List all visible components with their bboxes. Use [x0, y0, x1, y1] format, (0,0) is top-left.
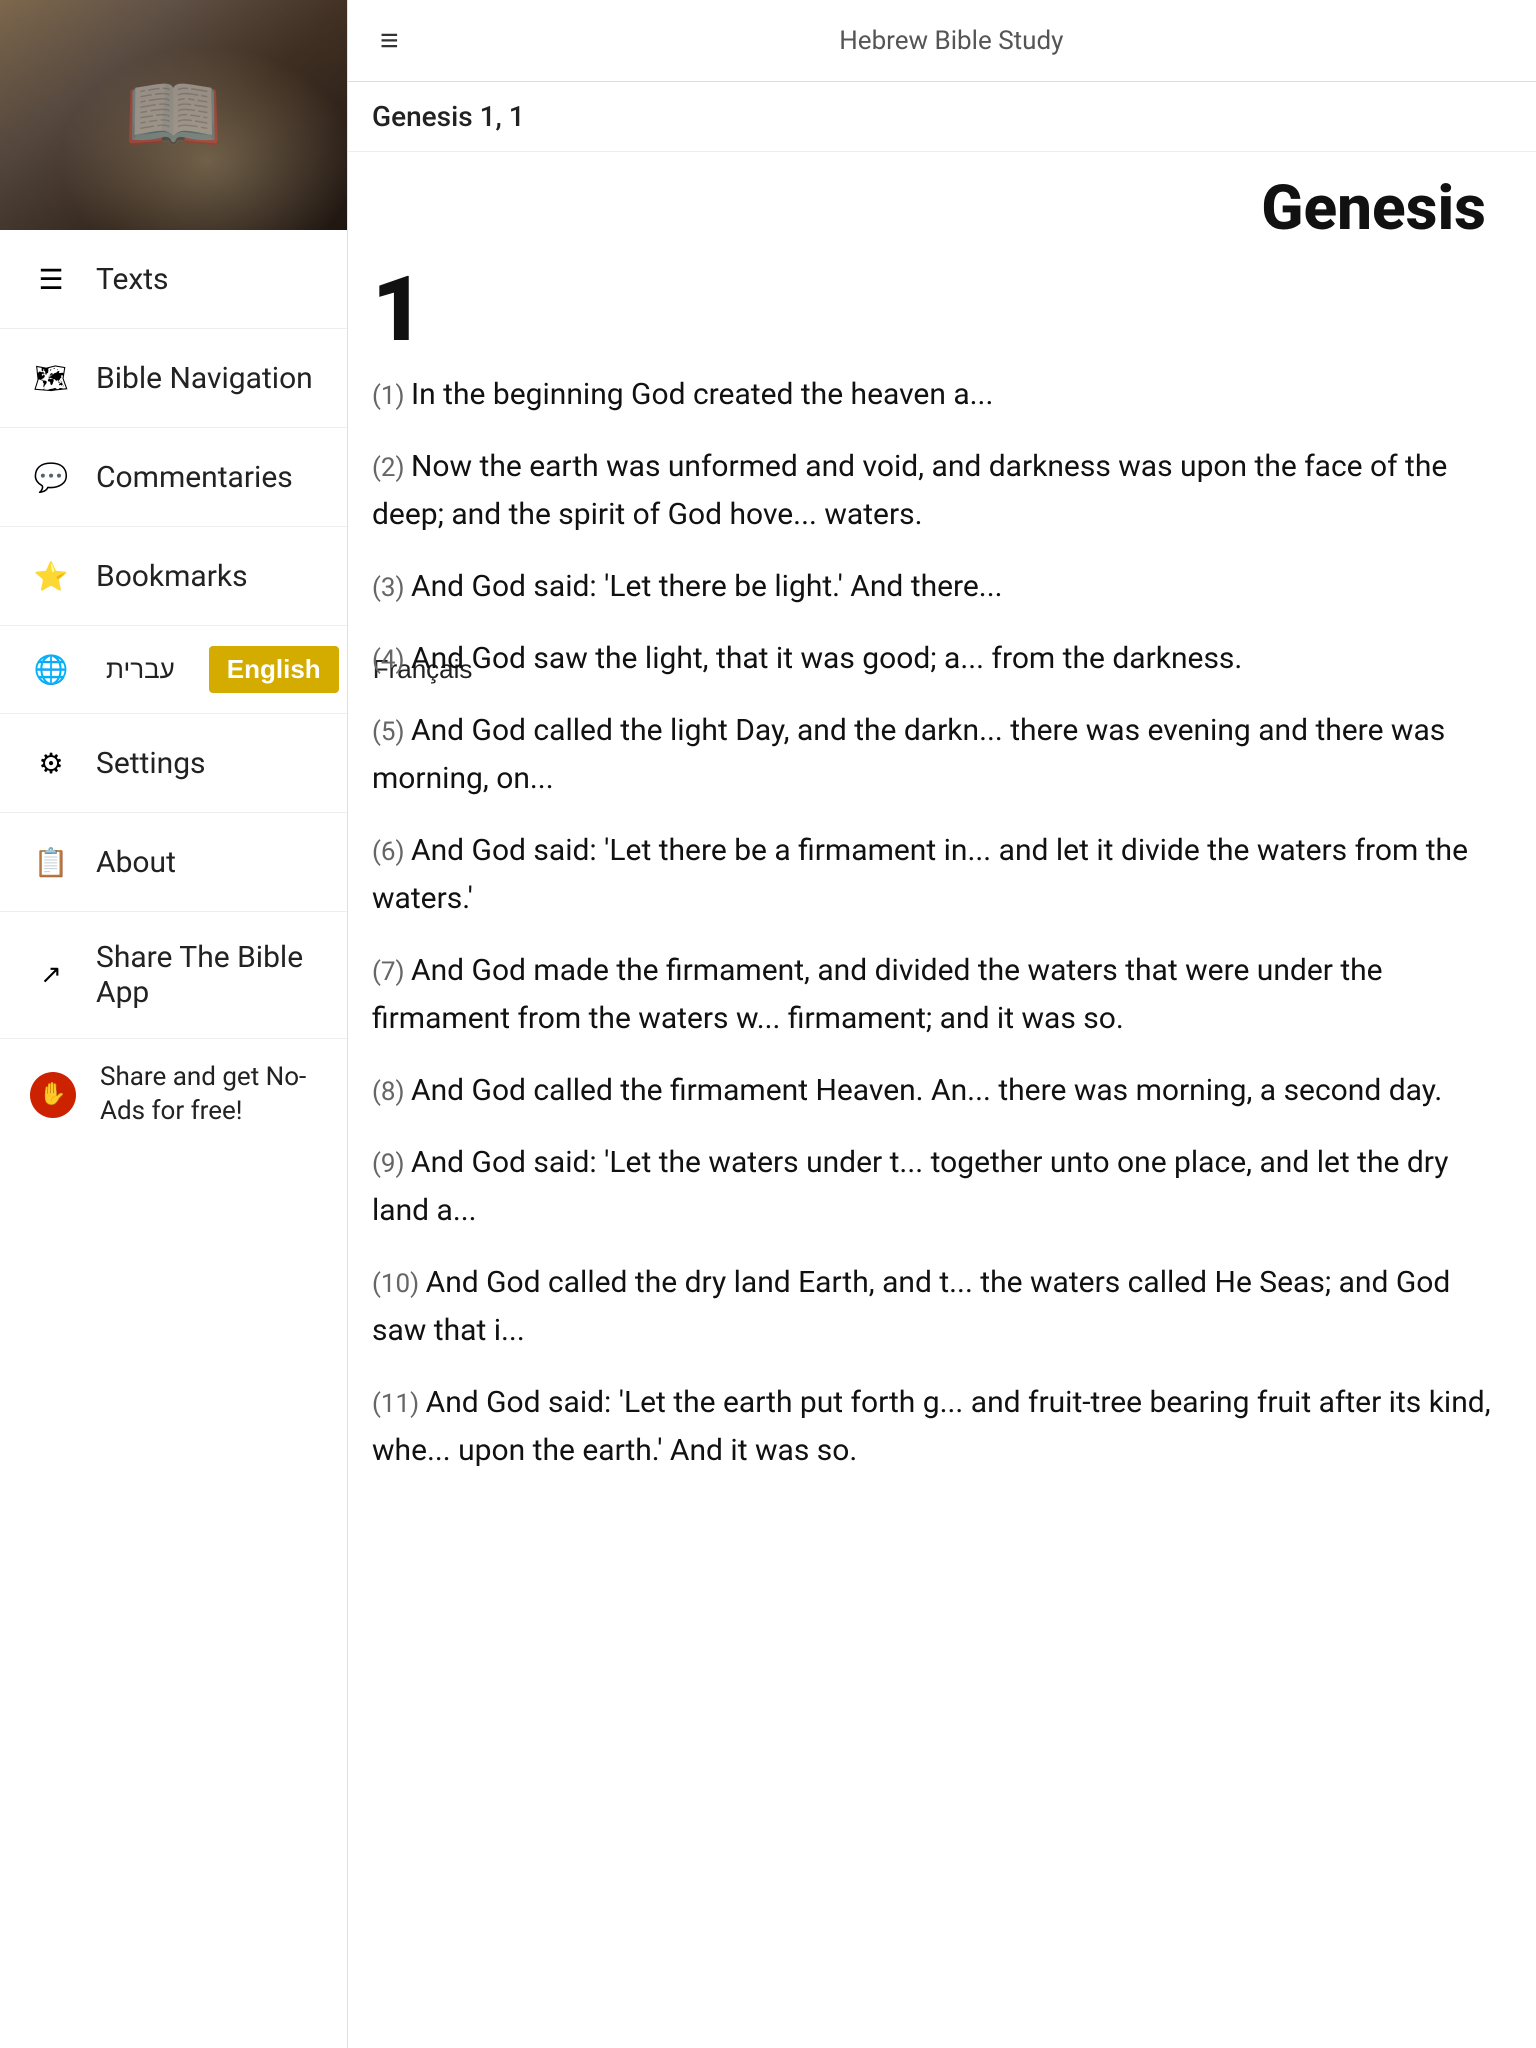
bible-nav-icon: 🗺	[30, 357, 72, 399]
verse-3: (3) And God said: 'Let there be light.' …	[372, 563, 1506, 611]
lang-btn-hebrew[interactable]: עברית	[88, 646, 193, 693]
sidebar-item-share[interactable]: ↗ Share The Bible App	[0, 912, 347, 1039]
texts-icon: ☰	[30, 258, 72, 300]
verse-5: (5) And God called the light Day, and th…	[372, 707, 1506, 803]
sidebar-item-commentaries-label: Commentaries	[96, 460, 293, 495]
sidebar-item-share-noad-label: Share and get No-Ads for free!	[100, 1061, 317, 1129]
verse-9: (9) And God said: 'Let the waters under …	[372, 1139, 1506, 1235]
book-title: Genesis	[372, 172, 1506, 245]
bookmarks-icon: ⭐	[30, 555, 72, 597]
content-area[interactable]: Genesis 1 (1) In the beginning God creat…	[348, 152, 1536, 2048]
sidebar-item-about[interactable]: 📋 About	[0, 813, 347, 912]
hamburger-button[interactable]: ≡	[372, 18, 407, 63]
verse-10: (10) And God called the dry land Earth, …	[372, 1259, 1506, 1355]
verse-2: (2) Now the earth was unformed and void,…	[372, 443, 1506, 539]
settings-icon: ⚙	[30, 742, 72, 784]
sidebar-item-settings-label: Settings	[96, 746, 206, 781]
globe-icon: 🌐	[30, 649, 72, 691]
main-content: ≡ Hebrew Bible Study Genesis 1, 1 Genesi…	[348, 0, 1536, 2048]
language-switcher: 🌐 עברית English Français	[0, 626, 347, 714]
breadcrumb: Genesis 1, 1	[348, 82, 1536, 152]
sidebar-item-share-label: Share The Bible App	[96, 940, 317, 1010]
verse-4: (4) And God saw the light, that it was g…	[372, 635, 1506, 683]
verse-1: (1) In the beginning God created the hea…	[372, 371, 1506, 419]
top-bar: ≡ Hebrew Bible Study	[348, 0, 1536, 82]
verse-8: (8) And God called the firmament Heaven.…	[372, 1067, 1506, 1115]
sidebar-item-bible-navigation-label: Bible Navigation	[96, 361, 313, 396]
sidebar-item-texts-label: Texts	[96, 262, 169, 297]
sidebar-item-settings[interactable]: ⚙ Settings	[0, 714, 347, 813]
chapter-number: 1	[372, 265, 1506, 355]
nav-items-container: ☰ Texts 🗺 Bible Navigation 💬 Commentarie…	[0, 230, 347, 626]
sidebar-item-bookmarks-label: Bookmarks	[96, 559, 248, 594]
sidebar-item-texts[interactable]: ☰ Texts	[0, 230, 347, 329]
sidebar-item-commentaries[interactable]: 💬 Commentaries	[0, 428, 347, 527]
share-icon: ↗	[30, 954, 72, 996]
sidebar-item-bible-navigation[interactable]: 🗺 Bible Navigation	[0, 329, 347, 428]
commentaries-icon: 💬	[30, 456, 72, 498]
lang-btn-english[interactable]: English	[209, 646, 339, 693]
verse-6: (6) And God said: 'Let there be a firmam…	[372, 827, 1506, 923]
verse-7: (7) And God made the firmament, and divi…	[372, 947, 1506, 1043]
sidebar-item-bookmarks[interactable]: ⭐ Bookmarks	[0, 527, 347, 626]
about-icon: 📋	[30, 841, 72, 883]
sidebar: ☰ Texts 🗺 Bible Navigation 💬 Commentarie…	[0, 0, 348, 2048]
hero-image	[0, 0, 347, 230]
app-title: Hebrew Bible Study	[431, 26, 1512, 56]
sidebar-item-share-noad[interactable]: ✋ Share and get No-Ads for free!	[0, 1039, 347, 1151]
noad-icon: ✋	[30, 1072, 76, 1118]
verse-11: (11) And God said: 'Let the earth put fo…	[372, 1379, 1506, 1475]
hero-canvas	[0, 0, 347, 230]
sidebar-item-about-label: About	[96, 845, 176, 880]
